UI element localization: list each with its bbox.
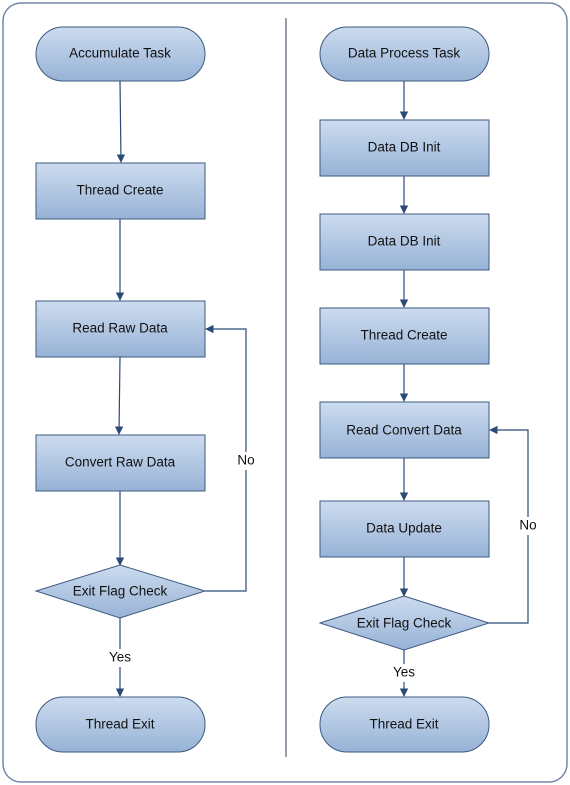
decision-label: Exit Flag Check bbox=[73, 584, 168, 599]
process-label: Read Convert Data bbox=[346, 423, 462, 438]
process-label: Data DB Init bbox=[368, 234, 441, 249]
start-label: Accumulate Task bbox=[69, 46, 171, 61]
no-label: No bbox=[237, 453, 254, 468]
yes-label: Yes bbox=[393, 665, 415, 680]
process-label: Data Update bbox=[366, 521, 442, 536]
no-label: No bbox=[519, 518, 536, 533]
process-label: Thread Create bbox=[360, 328, 447, 343]
process-label: Read Raw Data bbox=[72, 321, 168, 336]
start-label: Data Process Task bbox=[348, 46, 461, 61]
yes-label: Yes bbox=[109, 650, 131, 665]
process-label: Data DB Init bbox=[368, 140, 441, 155]
process-label: Convert Raw Data bbox=[65, 455, 176, 470]
end-label: Thread Exit bbox=[369, 717, 438, 732]
decision-label: Exit Flag Check bbox=[357, 616, 452, 631]
end-label: Thread Exit bbox=[85, 717, 154, 732]
flowchart: Accumulate Task Thread Create Read Raw D… bbox=[2, 2, 568, 783]
process-label: Thread Create bbox=[76, 183, 163, 198]
